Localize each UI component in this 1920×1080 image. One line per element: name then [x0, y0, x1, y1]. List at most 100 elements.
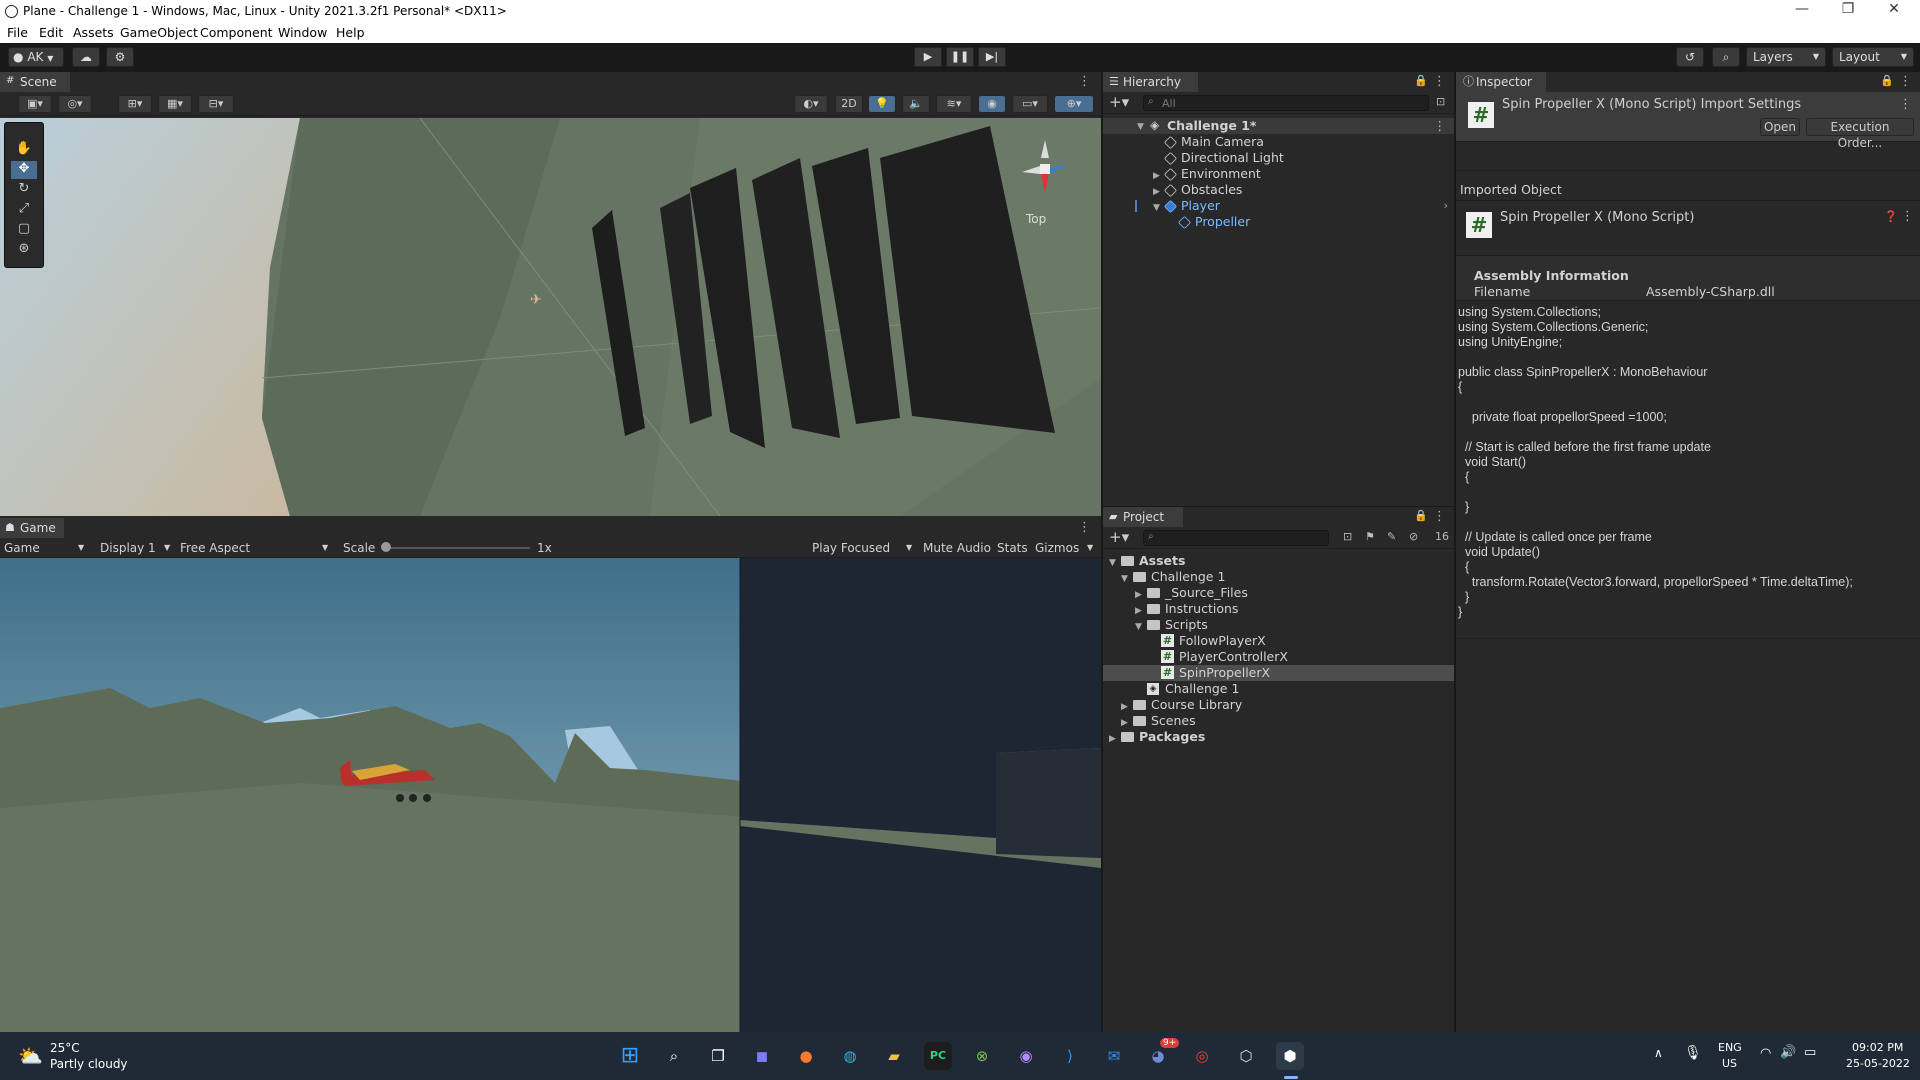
- tree-item-player[interactable]: ▼ Player ›: [1103, 198, 1454, 214]
- play-button[interactable]: ▶: [914, 47, 942, 67]
- orientation-gizmo[interactable]: [1010, 138, 1080, 208]
- lighting-toggle[interactable]: 💡: [868, 95, 896, 113]
- search-icon[interactable]: ⌕: [660, 1042, 688, 1070]
- hierarchy-search-input[interactable]: ⌕ All: [1143, 95, 1429, 111]
- tree-item-course-library[interactable]: ▶ Course Library: [1103, 697, 1454, 713]
- type-filter-icon[interactable]: ⚑: [1365, 530, 1375, 543]
- tab-project[interactable]: ▰ Project: [1103, 507, 1183, 527]
- tree-item-environment[interactable]: ▶ Environment: [1103, 166, 1454, 182]
- tree-item-challenge-folder[interactable]: ▼ Challenge 1: [1103, 569, 1454, 585]
- execution-order-button[interactable]: Execution Order...: [1806, 118, 1914, 150]
- lock-icon[interactable]: 🔒: [1880, 74, 1894, 87]
- scale-slider[interactable]: [385, 547, 530, 549]
- more-options-icon[interactable]: ⋮: [1901, 209, 1914, 224]
- add-icon[interactable]: +▾: [1109, 528, 1129, 546]
- pause-button[interactable]: ❚❚: [946, 47, 974, 67]
- tree-item-assets[interactable]: ▼ Assets: [1103, 553, 1454, 569]
- mute-audio-toggle[interactable]: Mute Audio: [923, 541, 991, 555]
- tab-game[interactable]: ☗ Game: [0, 518, 64, 538]
- tree-item-source-files[interactable]: ▶ _Source_Files: [1103, 585, 1454, 601]
- tree-item-obstacles[interactable]: ▶ Obstacles: [1103, 182, 1454, 198]
- edge-icon[interactable]: ◍: [836, 1042, 864, 1070]
- layers-dropdown[interactable]: Layers ▼: [1746, 47, 1826, 67]
- windows-start-icon[interactable]: ⊞: [616, 1042, 644, 1070]
- rotate-tool-icon[interactable]: ↻: [11, 181, 37, 199]
- tab-hierarchy[interactable]: ☰ Hierarchy: [1103, 72, 1198, 92]
- grid-snap-toggle[interactable]: ⊞▾: [118, 95, 152, 113]
- tab-scene[interactable]: # Scene: [0, 72, 70, 92]
- history-button[interactable]: ↺: [1676, 47, 1704, 67]
- menu-file[interactable]: File: [7, 25, 28, 40]
- minimize-icon[interactable]: —: [1780, 1, 1824, 21]
- mail-icon[interactable]: ✉: [1100, 1042, 1128, 1070]
- maximize-icon[interactable]: ❐: [1826, 1, 1870, 21]
- scale-tool-icon[interactable]: ⤢: [11, 201, 37, 219]
- tree-item-scene[interactable]: ▼ ◈ Challenge 1* ⋮: [1103, 118, 1454, 134]
- increment-snap-toggle[interactable]: ⊟▾: [198, 95, 234, 113]
- step-button[interactable]: ▶|: [978, 47, 1006, 67]
- rect-tool-icon[interactable]: ▢: [11, 221, 37, 239]
- cloud-button[interactable]: ☁: [72, 47, 100, 67]
- stats-toggle[interactable]: Stats: [997, 541, 1028, 555]
- grid-toggle[interactable]: ▦▾: [158, 95, 192, 113]
- effects-dropdown[interactable]: ≋▾: [936, 95, 972, 113]
- tree-item-script-selected[interactable]: # SpinPropellerX: [1103, 665, 1454, 681]
- shading-mode-dropdown[interactable]: ◐▾: [794, 95, 828, 113]
- unity-editor-icon[interactable]: ⬢: [1276, 1042, 1304, 1070]
- menu-window[interactable]: Window: [278, 25, 327, 40]
- pycharm-icon[interactable]: PC: [924, 1042, 952, 1070]
- menu-component[interactable]: Component: [200, 25, 273, 40]
- hidden-packages-icon[interactable]: ⊘: [1409, 530, 1418, 543]
- microphone-icon[interactable]: 🎙: [1684, 1045, 1702, 1061]
- gizmos-toggle[interactable]: Gizmos: [1035, 541, 1079, 555]
- global-toggle[interactable]: ◎▾: [58, 95, 92, 113]
- chevron-up-icon[interactable]: ∧: [1654, 1046, 1663, 1060]
- game-view-dropdown[interactable]: Game: [4, 541, 40, 555]
- project-search-input[interactable]: ⌕: [1143, 530, 1329, 546]
- camera-dropdown[interactable]: ▭▾: [1012, 95, 1048, 113]
- menu-help[interactable]: Help: [336, 25, 365, 40]
- game-viewport[interactable]: [0, 558, 1101, 1032]
- draw-mode-dropdown[interactable]: ▣▾: [18, 95, 52, 113]
- open-button[interactable]: Open: [1760, 118, 1800, 136]
- menu-assets[interactable]: Assets: [73, 25, 114, 40]
- vscode-icon[interactable]: ⟩: [1056, 1042, 1084, 1070]
- github-desktop-icon[interactable]: ◉: [1012, 1042, 1040, 1070]
- clock-time[interactable]: 09:02 PM: [1852, 1041, 1903, 1054]
- more-options-icon[interactable]: ⋮: [1434, 118, 1447, 134]
- tab-inspector[interactable]: ⓘ Inspector: [1456, 72, 1546, 92]
- teams-chat-icon[interactable]: ◼: [748, 1042, 776, 1070]
- lock-icon[interactable]: 🔒: [1414, 74, 1428, 87]
- wifi-icon[interactable]: ◠: [1760, 1046, 1771, 1061]
- more-options-icon[interactable]: ⋮: [1433, 509, 1446, 524]
- weather-icon[interactable]: ⛅: [18, 1044, 43, 1068]
- label-filter-icon[interactable]: ✎: [1387, 530, 1396, 543]
- search-filter-icon[interactable]: ⊡: [1343, 530, 1352, 543]
- account-dropdown[interactable]: ● AK ▼: [8, 47, 64, 67]
- scale-slider-handle[interactable]: [381, 542, 391, 552]
- close-icon[interactable]: ✕: [1872, 1, 1916, 21]
- lock-icon[interactable]: 🔒: [1414, 509, 1428, 522]
- tree-item-script[interactable]: # PlayerControllerX: [1103, 649, 1454, 665]
- xbox-icon[interactable]: ⊗: [968, 1042, 996, 1070]
- chevron-right-icon[interactable]: ›: [1444, 198, 1448, 214]
- tree-item-scenes[interactable]: ▶ Scenes: [1103, 713, 1454, 729]
- more-options-icon[interactable]: ⋮: [1078, 74, 1091, 89]
- add-icon[interactable]: +▾: [1109, 93, 1129, 111]
- more-options-icon[interactable]: ⋮: [1899, 74, 1912, 89]
- firefox-icon[interactable]: ●: [792, 1042, 820, 1070]
- scene-search-icon[interactable]: ⊡: [1436, 95, 1445, 108]
- chrome-icon[interactable]: ◎: [1188, 1042, 1216, 1070]
- collab-button[interactable]: ⚙: [106, 47, 134, 67]
- task-view-icon[interactable]: ❐: [704, 1042, 732, 1070]
- tree-item-directional-light[interactable]: Directional Light: [1103, 150, 1454, 166]
- tree-item-instructions[interactable]: ▶ Instructions: [1103, 601, 1454, 617]
- help-icon[interactable]: ❓: [1884, 210, 1898, 223]
- menu-gameobject[interactable]: GameObject: [120, 25, 198, 40]
- audio-toggle[interactable]: 🔈: [902, 95, 930, 113]
- move-tool-icon[interactable]: ✥: [11, 161, 37, 179]
- unity-hub-icon[interactable]: ⬡: [1232, 1042, 1260, 1070]
- hidden-objects-toggle[interactable]: ◉: [978, 95, 1006, 113]
- tree-item-propeller[interactable]: Propeller: [1103, 214, 1454, 230]
- more-options-icon[interactable]: ⋮: [1433, 74, 1446, 89]
